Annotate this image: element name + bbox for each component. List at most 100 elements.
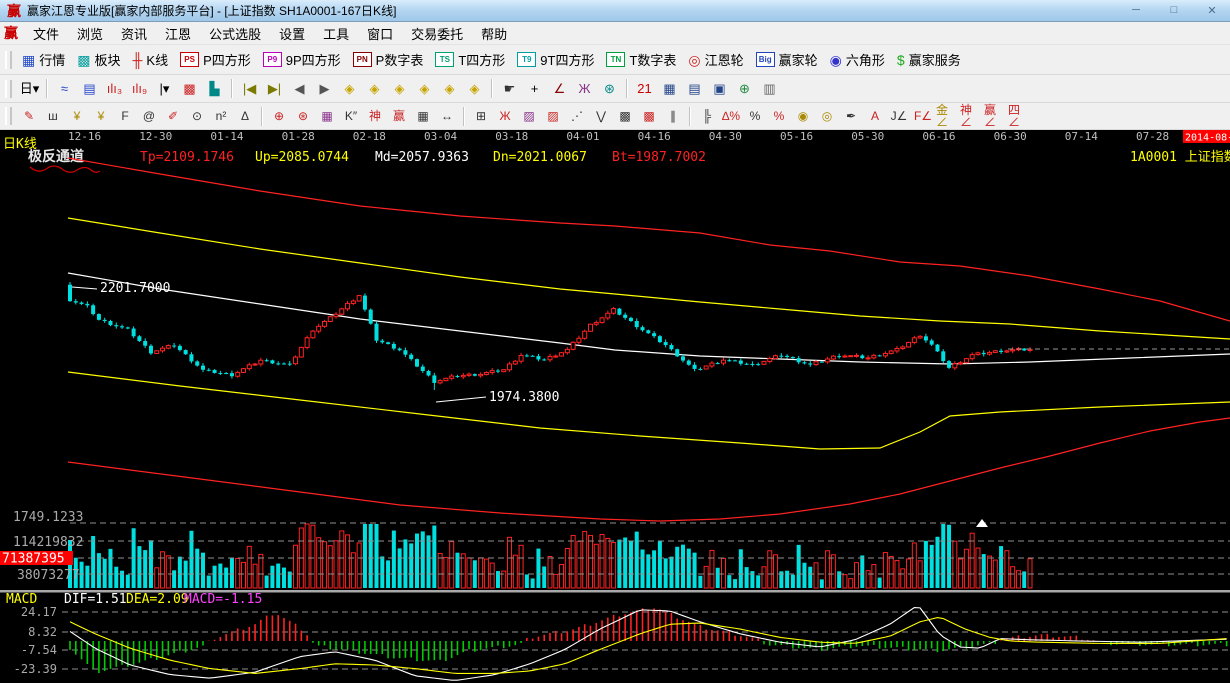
f-ruler-icon[interactable]: F	[114, 106, 136, 126]
9t-square-button[interactable]: T99T四方形	[512, 49, 599, 70]
sectors-button[interactable]: ▩板块	[72, 49, 125, 70]
fan-box-red-icon[interactable]: ▨	[542, 106, 564, 126]
step-back-icon[interactable]: ◀	[288, 78, 311, 99]
menu-item-7[interactable]: 窗口	[358, 23, 402, 44]
diamond-center-icon[interactable]: ◈	[463, 78, 486, 99]
web-grid-icon[interactable]: ▦	[316, 106, 338, 126]
pattern-red-icon[interactable]: ▩	[178, 78, 201, 99]
quotes-button[interactable]: ▦行情	[17, 49, 70, 70]
minimize-button[interactable]: ─	[1125, 4, 1147, 17]
percent-icon[interactable]: %	[744, 106, 766, 126]
web-overlay-icon[interactable]: ⊛	[598, 78, 621, 99]
toolbar-separator	[626, 79, 628, 98]
spiral-icon[interactable]: @	[138, 106, 160, 126]
gold-angle-icon[interactable]: 金∠	[936, 106, 958, 126]
p-number-table-button[interactable]: PNP数字表	[348, 49, 429, 70]
gold-gann-2-icon[interactable]: ¥	[90, 106, 112, 126]
gann-wheel-button[interactable]: ◎江恩轮	[683, 49, 748, 70]
save-floppy-icon[interactable]: ▣	[708, 78, 731, 99]
k-wave-icon[interactable]: K″	[340, 106, 362, 126]
menu-item-5[interactable]: 设置	[270, 23, 314, 44]
f-angle-red-icon[interactable]: F∠	[912, 106, 934, 126]
winner-service-button[interactable]: $赢家服务	[892, 49, 966, 70]
diamond-expand-h-icon[interactable]: ◈	[388, 78, 411, 99]
close-button[interactable]: ✕	[1201, 4, 1223, 17]
parallel-lines-icon[interactable]: ∥	[662, 106, 684, 126]
diamond-shift-right-icon[interactable]: ◈	[363, 78, 386, 99]
v-lines-icon[interactable]: ⋁	[590, 106, 612, 126]
menu-item-0[interactable]: 文件	[24, 23, 68, 44]
workstation-icon[interactable]: ▥	[758, 78, 781, 99]
kline-button[interactable]: ╫K线	[128, 49, 174, 70]
triangle-percent-icon[interactable]: ∆%	[720, 106, 742, 126]
grid-dense-icon[interactable]: ▩	[614, 106, 636, 126]
grid-123-icon[interactable]: ▦	[412, 106, 434, 126]
gold-ring-icon[interactable]: ◎	[816, 106, 838, 126]
ray-fan-red-icon[interactable]: Ж	[494, 106, 516, 126]
grid-red-icon[interactable]: ▩	[638, 106, 660, 126]
ink-brush-icon[interactable]: ✒	[840, 106, 862, 126]
fan-purple-icon[interactable]: ▨	[518, 106, 540, 126]
gold-gann-1-icon[interactable]: ¥	[66, 106, 88, 126]
9p-square-button[interactable]: P99P四方形	[258, 49, 346, 70]
scribble-overlay-icon[interactable]: ≈	[53, 78, 76, 99]
box-tool-icon[interactable]: ⊞	[470, 106, 492, 126]
ying-angle-red-icon[interactable]: 赢∠	[984, 106, 1006, 126]
calculator-icon[interactable]: ▦	[658, 78, 681, 99]
jump-first-icon[interactable]: |◀	[238, 78, 261, 99]
measure-scale-icon[interactable]: ╠	[696, 106, 718, 126]
diamond-shift-left-icon[interactable]: ◈	[338, 78, 361, 99]
volume-bars-9-icon[interactable]: ılı₉	[128, 78, 151, 99]
span-arrows-icon[interactable]: ↔	[436, 106, 458, 126]
p-square-button[interactable]: PSP四方形	[175, 49, 256, 70]
date-tick: 04-30	[709, 130, 742, 143]
menu-item-1[interactable]: 浏览	[68, 23, 112, 44]
jump-last-icon[interactable]: ▶|	[263, 78, 286, 99]
t-square-button[interactable]: TST四方形	[430, 49, 510, 70]
single-candle-dropdown-icon[interactable]: |▾	[153, 78, 176, 99]
marker-a-red-icon[interactable]: A	[864, 106, 886, 126]
diamond-compress-icon[interactable]: ◈	[413, 78, 436, 99]
kline-chart-canvas[interactable]: 12-1612-3001-1401-2802-1803-0403-1804-01…	[0, 130, 1230, 683]
histogram-colored-icon[interactable]: ▙	[203, 78, 226, 99]
winner-wheel-button[interactable]: Big赢家轮	[751, 49, 823, 70]
hand-drag-icon[interactable]: ☛	[498, 78, 521, 99]
menu-item-2[interactable]: 资讯	[112, 23, 156, 44]
menu-item-4[interactable]: 公式选股	[200, 23, 270, 44]
circle-cross-red-icon[interactable]: ⊕	[268, 106, 290, 126]
crosshair-icon[interactable]: +	[523, 78, 546, 99]
maximize-button[interactable]: □	[1163, 4, 1185, 17]
ying-tool-icon[interactable]: 赢	[388, 106, 410, 126]
rising-lines-icon[interactable]: ⋰	[566, 106, 588, 126]
gold-circle-icon[interactable]: ◉	[792, 106, 814, 126]
period-dropdown-icon[interactable]: 日▾	[18, 78, 41, 99]
star-web-red-icon[interactable]: ⊛	[292, 106, 314, 126]
step-forward-icon[interactable]: ▶	[313, 78, 336, 99]
menu-item-6[interactable]: 工具	[314, 23, 358, 44]
hexagon-button[interactable]: ◉六角形	[825, 49, 890, 70]
red-pen-icon[interactable]: ✎	[18, 106, 40, 126]
menu-item-9[interactable]: 帮助	[472, 23, 516, 44]
shen-tool-icon[interactable]: 神	[364, 106, 386, 126]
diamond-expand-all-icon[interactable]: ◈	[438, 78, 461, 99]
calendar-21-icon[interactable]: 21	[633, 78, 656, 99]
gann-ruler-icon[interactable]: ш	[42, 106, 64, 126]
flower-tool-icon[interactable]: Ж	[573, 78, 596, 99]
t-number-table-button[interactable]: TNT数字表	[601, 49, 681, 70]
notepad-icon[interactable]: ▤	[683, 78, 706, 99]
menu-item-8[interactable]: 交易委托	[402, 23, 472, 44]
compass-red-icon[interactable]: ✐	[162, 106, 184, 126]
winner-wheel-icon: Big	[756, 52, 775, 67]
network-globe-icon[interactable]: ⊕	[733, 78, 756, 99]
si-angle-red-icon[interactable]: 四∠	[1008, 106, 1030, 126]
volume-bars-3-icon[interactable]: ılı₃	[103, 78, 126, 99]
j-angle-icon[interactable]: J∠	[888, 106, 910, 126]
circle-ruler-icon[interactable]: ⊙	[186, 106, 208, 126]
menu-item-3[interactable]: 江恩	[156, 23, 200, 44]
shen-angle-red-icon[interactable]: 神∠	[960, 106, 982, 126]
n-squared-icon[interactable]: n²	[210, 106, 232, 126]
percent-red-icon[interactable]: %	[768, 106, 790, 126]
angle-measure-icon[interactable]: ∠	[548, 78, 571, 99]
angle-mirror-icon[interactable]: Δ	[234, 106, 256, 126]
info-panel-icon[interactable]: ▤	[78, 78, 101, 99]
